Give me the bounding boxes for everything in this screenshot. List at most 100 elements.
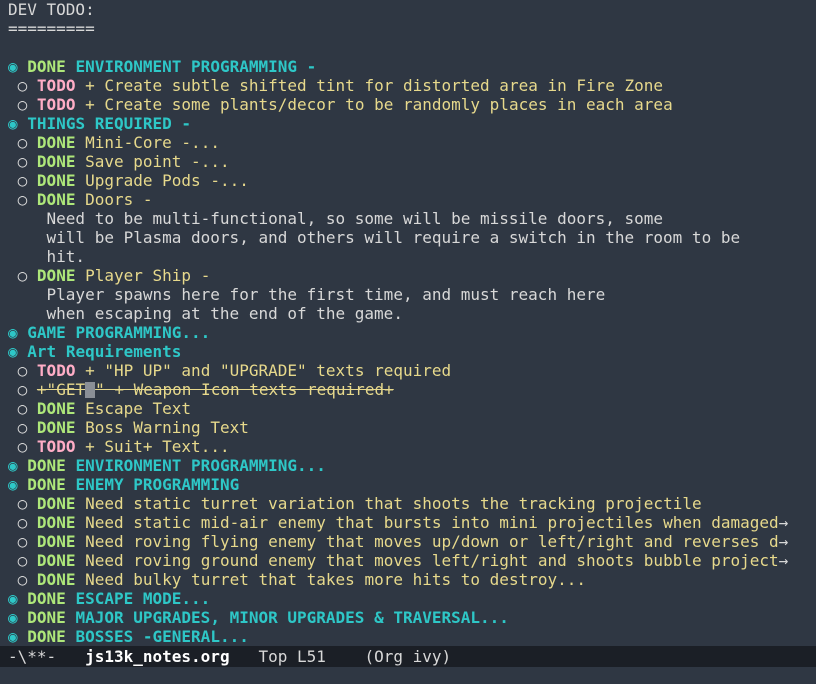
line-truncation-icon: →	[778, 551, 789, 570]
heading-text: ENVIRONMENT PROGRAMMING -	[75, 57, 317, 76]
item-bullet-icon: ○	[17, 570, 28, 589]
done-keyword: DONE	[27, 456, 66, 475]
todo-item[interactable]: ○ TODO + Suit+ Text...	[0, 437, 816, 456]
item-bullet-icon: ○	[17, 133, 28, 152]
done-item[interactable]: ○ DONE Need static mid-air enemy that bu…	[0, 513, 816, 532]
buffer-position: Top L51	[258, 647, 326, 666]
done-item[interactable]: ○ DONE Mini-Core -...	[0, 133, 816, 152]
done-keyword: DONE	[36, 494, 76, 513]
done-item[interactable]: ○ DONE Player Ship -	[0, 266, 816, 285]
item-text: Need static turret variation that shoots…	[85, 494, 702, 513]
body-text-line: hit.	[46, 247, 86, 266]
heading-upgrades[interactable]: ◉ DONE MAJOR UPGRADES, MINOR UPGRADES & …	[0, 608, 816, 627]
item-text: Boss Warning Text	[85, 418, 249, 437]
heading-text: GAME PROGRAMMING...	[27, 323, 211, 342]
done-item[interactable]: ○ DONE Need static turret variation that…	[0, 494, 816, 513]
todo-item[interactable]: ○ TODO + Create some plants/decor to be …	[0, 95, 816, 114]
done-keyword: DONE	[27, 589, 66, 608]
done-keyword: DONE	[36, 418, 76, 437]
done-item[interactable]: ○ DONE Need roving ground enemy that mov…	[0, 551, 816, 570]
item-bullet-icon: ○	[17, 494, 28, 513]
item-text: Need bulky turret that takes more hits t…	[85, 570, 586, 589]
heading-art-requirements[interactable]: ◉ Art Requirements	[0, 342, 816, 361]
modified-status: -\**-	[8, 647, 57, 666]
heading-bullet-icon: ◉	[8, 57, 18, 76]
item-text: Upgrade Pods -...	[85, 171, 249, 190]
heading-bullet-icon: ◉	[8, 323, 18, 342]
doc-title: DEV TODO:	[8, 0, 95, 19]
done-item[interactable]: ○ DONE Save point -...	[0, 152, 816, 171]
heading-escape-mode[interactable]: ◉ DONE ESCAPE MODE...	[0, 589, 816, 608]
done-item[interactable]: ○ DONE Need roving flying enemy that mov…	[0, 532, 816, 551]
done-keyword: DONE	[36, 513, 76, 532]
done-keyword: DONE	[36, 133, 76, 152]
item-text: Player Ship -	[85, 266, 211, 285]
item-bullet-icon: ○	[17, 361, 28, 380]
body-text-line: Player spawns here for the first time, a…	[46, 285, 606, 304]
heading-environment-programming[interactable]: ◉ DONE ENVIRONMENT PROGRAMMING -	[0, 57, 816, 76]
done-keyword: DONE	[36, 266, 76, 285]
todo-keyword: TODO	[36, 437, 76, 456]
strikethrough-text: +"GET " + Weapon Icon texts required+	[36, 380, 394, 399]
heading-bullet-icon: ◉	[8, 456, 18, 475]
done-keyword: DONE	[36, 171, 76, 190]
item-text: Save point -...	[85, 152, 230, 171]
strikethrough-item[interactable]: ○ +"GET " + Weapon Icon texts required+	[0, 380, 816, 399]
body-text-line: will be Plasma doors, and others will re…	[46, 228, 741, 247]
item-text: Mini-Core -...	[85, 133, 220, 152]
item-bullet-icon: ○	[17, 190, 28, 209]
done-keyword: DONE	[27, 57, 66, 76]
buffer-name[interactable]: js13k_notes.org	[85, 647, 230, 666]
todo-keyword: TODO	[36, 95, 76, 114]
heading-text: Art Requirements	[27, 342, 182, 361]
heading-enemy-programming[interactable]: ◉ DONE ENEMY PROGRAMMING	[0, 475, 816, 494]
item-text: Need roving ground enemy that moves left…	[85, 551, 779, 570]
done-item[interactable]: ○ DONE Upgrade Pods -...	[0, 171, 816, 190]
done-item[interactable]: ○ DONE Escape Text	[0, 399, 816, 418]
line-truncation-icon: →	[778, 513, 789, 532]
heading-text: ESCAPE MODE...	[75, 589, 211, 608]
done-keyword: DONE	[36, 190, 76, 209]
todo-item[interactable]: ○ TODO + Create subtle shifted tint for …	[0, 76, 816, 95]
done-item[interactable]: ○ DONE Need bulky turret that takes more…	[0, 570, 816, 589]
done-keyword: DONE	[36, 551, 76, 570]
item-text: Doors -	[85, 190, 153, 209]
heading-things-required[interactable]: ◉ THINGS REQUIRED -	[0, 114, 816, 133]
minibuffer[interactable]	[0, 667, 816, 684]
doc-title-underline: =========	[8, 19, 95, 38]
done-keyword: DONE	[36, 152, 76, 171]
heading-game-programming[interactable]: ◉ GAME PROGRAMMING...	[0, 323, 816, 342]
heading-text: MAJOR UPGRADES, MINOR UPGRADES & TRAVERS…	[75, 608, 509, 627]
mode-line: -\**- js13k_notes.org Top L51 (Org ivy)	[0, 646, 816, 667]
item-bullet-icon: ○	[17, 513, 28, 532]
item-text: + Create subtle shifted tint for distort…	[85, 76, 664, 95]
heading-bosses[interactable]: ◉ DONE BOSSES -GENERAL...	[0, 627, 816, 646]
editor-buffer[interactable]: DEV TODO: ========= ◉ DONE ENVIRONMENT P…	[0, 0, 816, 646]
item-text: Need roving flying enemy that moves up/d…	[85, 532, 779, 551]
body-text-line: when escaping at the end of the game.	[46, 304, 403, 323]
item-bullet-icon: ○	[17, 437, 28, 456]
heading-bullet-icon: ◉	[8, 114, 18, 133]
item-bullet-icon: ○	[17, 399, 28, 418]
item-bullet-icon: ○	[17, 532, 28, 551]
item-bullet-icon: ○	[17, 95, 28, 114]
major-modes[interactable]: (Org ivy)	[364, 647, 451, 666]
heading-bullet-icon: ◉	[8, 342, 18, 361]
heading-bullet-icon: ◉	[8, 475, 18, 494]
item-bullet-icon: ○	[17, 76, 28, 95]
item-text: Need static mid-air enemy that bursts in…	[85, 513, 779, 532]
item-bullet-icon: ○	[17, 152, 28, 171]
heading-environment-programming-2[interactable]: ◉ DONE ENVIRONMENT PROGRAMMING...	[0, 456, 816, 475]
done-item[interactable]: ○ DONE Doors -	[0, 190, 816, 209]
text-cursor	[85, 382, 96, 398]
item-bullet-icon: ○	[17, 171, 28, 190]
done-item[interactable]: ○ DONE Boss Warning Text	[0, 418, 816, 437]
item-bullet-icon: ○	[17, 266, 28, 285]
done-keyword: DONE	[27, 475, 66, 494]
item-text: + Suit+ Text...	[85, 437, 230, 456]
done-keyword: DONE	[36, 570, 76, 589]
heading-text: THINGS REQUIRED -	[27, 114, 192, 133]
heading-bullet-icon: ◉	[8, 627, 18, 646]
todo-item[interactable]: ○ TODO + "HP UP" and "UPGRADE" texts req…	[0, 361, 816, 380]
